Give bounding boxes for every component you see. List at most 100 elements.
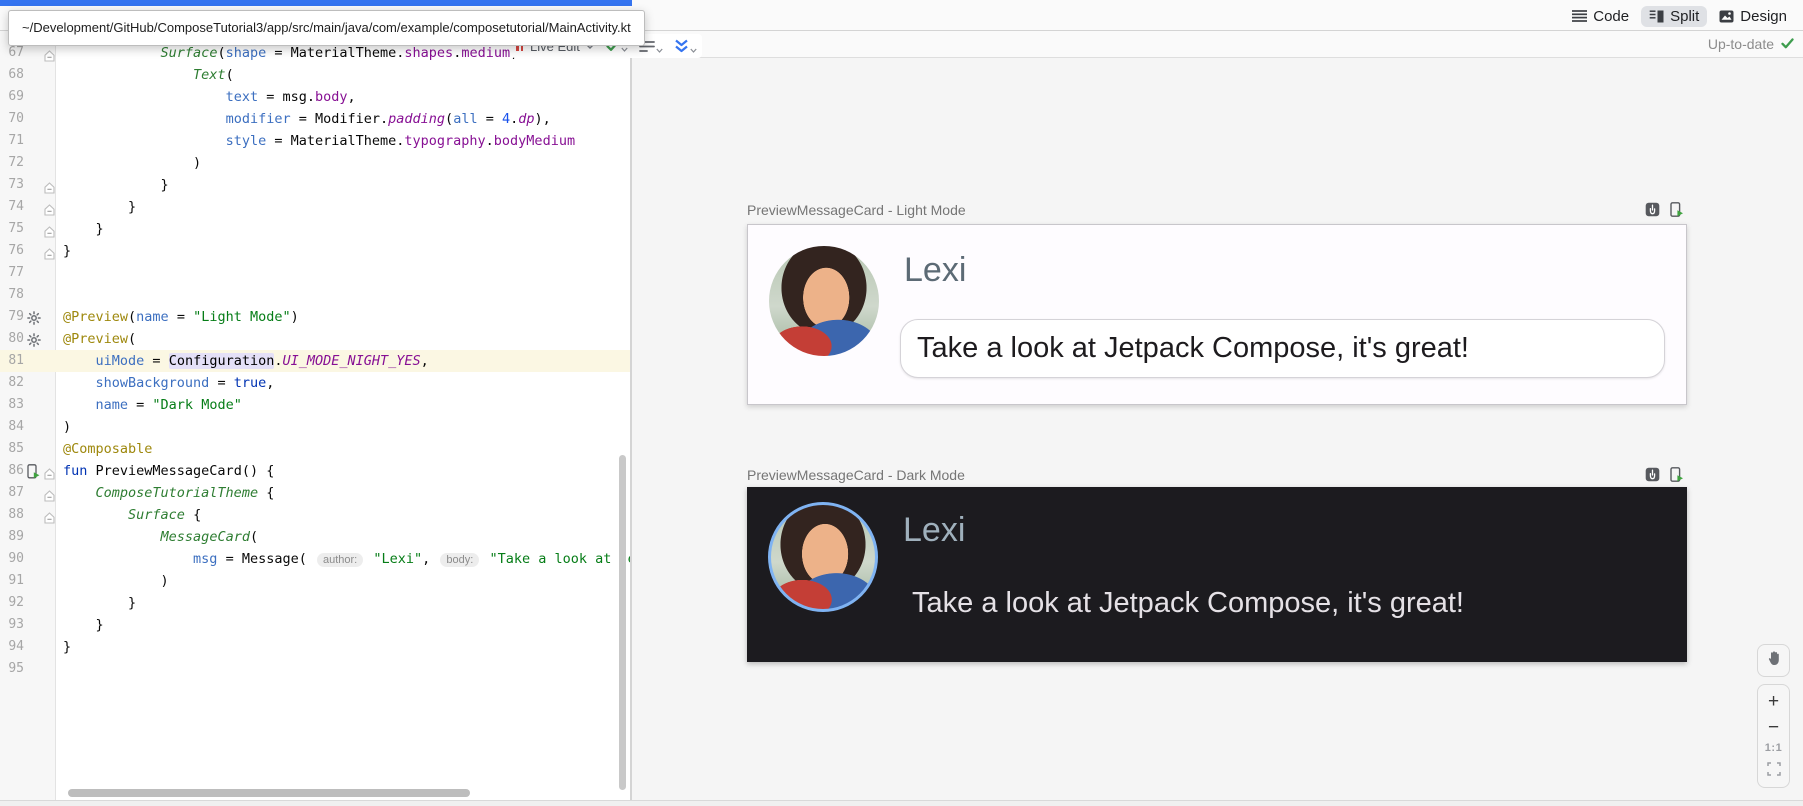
code-line-73[interactable]: 73 } [0, 174, 630, 196]
line-number: 88 [0, 504, 24, 526]
code-line-text: MessageCard( [0, 526, 630, 548]
preview-sync-status: Up-to-date [1708, 36, 1794, 52]
code-line-86[interactable]: 86fun PreviewMessageCard() { [0, 460, 630, 482]
code-line-92[interactable]: 92 } [0, 592, 630, 614]
code-line-85[interactable]: 85@Composable [0, 438, 630, 460]
fold-marker-icon[interactable] [44, 245, 55, 257]
line-number: 93 [0, 614, 24, 636]
code-line-68[interactable]: 68 Text( [0, 64, 630, 86]
line-number: 95 [0, 658, 24, 680]
collapse-all-previews-button[interactable] [674, 39, 697, 53]
zoom-controls: + − 1:1 [1757, 684, 1790, 788]
code-line-70[interactable]: 70 modifier = Modifier.padding(all = 4.d… [0, 108, 630, 130]
code-line-94[interactable]: 94} [0, 636, 630, 658]
line-number: 82 [0, 372, 24, 394]
code-line-text: modifier = Modifier.padding(all = 4.dp), [0, 108, 630, 130]
editor-horizontal-scrollbar[interactable] [68, 789, 470, 797]
fold-marker-icon[interactable] [44, 509, 55, 521]
line-number: 77 [0, 262, 24, 284]
message-bubble: Take a look at Jetpack Compose, it's gre… [900, 319, 1665, 378]
fold-marker-icon[interactable] [44, 201, 55, 213]
zoom-in-button[interactable]: + [1758, 692, 1789, 711]
preview-settings-gear-icon[interactable] [27, 332, 42, 347]
code-line-text: uiMode = Configuration.UI_MODE_NIGHT_YES… [0, 350, 630, 372]
code-line-90[interactable]: 90 msg = Message( author: "Lexi", body: … [0, 548, 630, 570]
code-line-74[interactable]: 74 } [0, 196, 630, 218]
line-number: 78 [0, 284, 24, 306]
code-line-79[interactable]: 79@Preview(name = "Light Mode") [0, 306, 630, 328]
fold-marker-icon[interactable] [44, 223, 55, 235]
code-line-text: ) [0, 152, 630, 174]
code-line-93[interactable]: 93 } [0, 614, 630, 636]
code-line-69[interactable]: 69 text = msg.body, [0, 86, 630, 108]
fold-marker-icon[interactable] [44, 465, 55, 477]
preview-title-dark[interactable]: PreviewMessageCard - Dark Mode [747, 467, 965, 483]
editor-vertical-scrollbar[interactable] [619, 455, 626, 790]
code-line-81[interactable]: 81 uiMode = Configuration.UI_MODE_NIGHT_… [0, 350, 630, 372]
code-view-button[interactable]: Code [1564, 6, 1637, 27]
run-preview-gutter-icon[interactable] [27, 464, 42, 479]
code-line-75[interactable]: 75 } [0, 218, 630, 240]
code-line-text: } [0, 240, 630, 262]
line-number: 68 [0, 64, 24, 86]
line-number: 70 [0, 108, 24, 130]
code-line-text: text = msg.body, [0, 86, 630, 108]
split-view-button[interactable]: Split [1641, 6, 1707, 27]
zoom-out-button[interactable]: − [1758, 718, 1789, 737]
line-number: 81 [0, 350, 24, 372]
fold-marker-icon[interactable] [44, 487, 55, 499]
design-view-icon [1719, 10, 1734, 23]
code-line-78[interactable]: 78 [0, 284, 630, 306]
view-mode-switcher: Code Split Design [1564, 4, 1795, 28]
code-line-84[interactable]: 84) [0, 416, 630, 438]
code-line-87[interactable]: 87 ComposeTutorialTheme { [0, 482, 630, 504]
interactive-preview-icon[interactable] [1645, 202, 1660, 222]
fold-marker-icon[interactable] [44, 179, 55, 191]
code-line-text: } [0, 592, 630, 614]
code-line-76[interactable]: 76} [0, 240, 630, 262]
design-view-label: Design [1740, 8, 1787, 25]
code-line-95[interactable]: 95 [0, 658, 630, 680]
code-line-77[interactable]: 77 [0, 262, 630, 284]
line-number: 75 [0, 218, 24, 240]
preview-title-light[interactable]: PreviewMessageCard - Light Mode [747, 202, 966, 218]
line-number: 92 [0, 592, 24, 614]
line-number: 73 [0, 174, 24, 196]
code-line-text: @Preview( [0, 328, 630, 350]
fit-screen-icon [1767, 760, 1781, 781]
line-number: 86 [0, 460, 24, 482]
code-line-91[interactable]: 91 ) [0, 570, 630, 592]
code-view-icon [1572, 10, 1587, 22]
code-line-80[interactable]: 80@Preview( [0, 328, 630, 350]
line-number: 91 [0, 570, 24, 592]
preview-sync-status-label: Up-to-date [1708, 36, 1774, 52]
code-line-text: } [0, 614, 630, 636]
code-line-89[interactable]: 89 MessageCard( [0, 526, 630, 548]
zoom-actual-size-button[interactable]: 1:1 [1758, 743, 1789, 754]
code-line-text: showBackground = true, [0, 372, 630, 394]
fold-marker-icon[interactable] [44, 47, 55, 59]
compose-preview-pane [632, 31, 1803, 800]
code-line-72[interactable]: 72 ) [0, 152, 630, 174]
run-preview-on-device-icon[interactable] [1670, 202, 1684, 222]
preview-card-dark: Lexi Take a look at Jetpack Compose, it'… [747, 487, 1687, 662]
status-check-icon [1781, 36, 1794, 52]
code-line-88[interactable]: 88 Surface { [0, 504, 630, 526]
preview-card-light: Lexi Take a look at Jetpack Compose, it'… [747, 224, 1687, 405]
pan-tool-button[interactable] [1757, 644, 1790, 677]
code-editor[interactable]: 67 Surface(shape = MaterialTheme.shapes.… [0, 31, 630, 800]
code-line-83[interactable]: 83 name = "Dark Mode" [0, 394, 630, 416]
code-line-text: ComposeTutorialTheme { [0, 482, 630, 504]
interactive-preview-icon[interactable] [1645, 467, 1660, 487]
code-line-text: name = "Dark Mode" [0, 394, 630, 416]
design-view-button[interactable]: Design [1711, 6, 1795, 27]
line-number: 89 [0, 526, 24, 548]
split-view-label: Split [1670, 8, 1699, 25]
code-line-82[interactable]: 82 showBackground = true, [0, 372, 630, 394]
run-preview-on-device-icon[interactable] [1670, 467, 1684, 487]
preview-settings-gear-icon[interactable] [27, 310, 42, 325]
preview-actions-light [1645, 202, 1684, 222]
zoom-to-fit-button[interactable] [1758, 761, 1789, 780]
code-line-71[interactable]: 71 style = MaterialTheme.typography.body… [0, 130, 630, 152]
line-number: 69 [0, 86, 24, 108]
